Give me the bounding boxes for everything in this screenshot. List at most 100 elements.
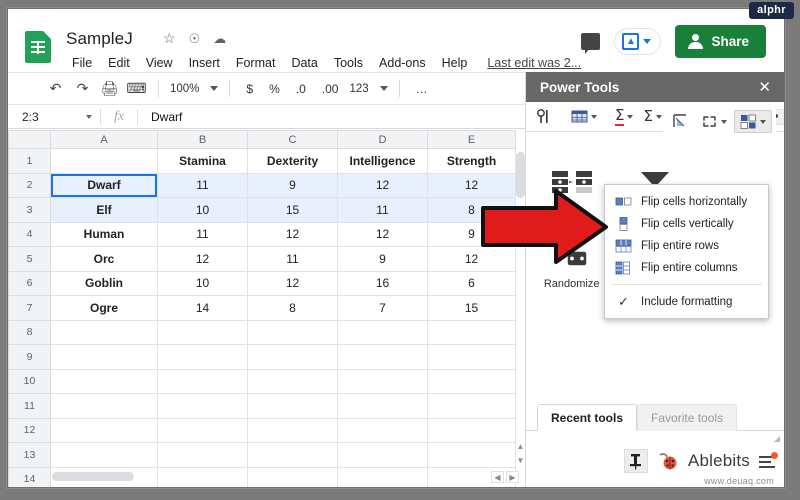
menu-item-flip-cells-horizontally[interactable]: Flip cells horizontally: [605, 191, 768, 213]
cell-D6[interactable]: 16: [337, 270, 428, 296]
cell-D8[interactable]: [337, 319, 428, 345]
ladybug-icon[interactable]: [657, 452, 679, 471]
cell-C6[interactable]: 12: [247, 270, 338, 296]
cell-A13[interactable]: [50, 442, 158, 468]
cell-C9[interactable]: [247, 344, 338, 370]
cell-D9[interactable]: [337, 344, 428, 370]
tab-recent-tools[interactable]: Recent tools: [537, 404, 638, 431]
row-header-14[interactable]: 14: [8, 466, 51, 487]
table-row[interactable]: 6 Goblin 10 12 16 6: [8, 270, 516, 296]
cell-D3[interactable]: 11: [337, 197, 428, 223]
cell-E8[interactable]: [427, 319, 516, 345]
cell-C10[interactable]: [247, 368, 338, 394]
table-row[interactable]: 13: [8, 442, 516, 468]
cell-A6[interactable]: Goblin: [50, 270, 158, 296]
fill-icon[interactable]: [667, 111, 694, 132]
menu-add-ons[interactable]: Add-ons: [371, 54, 434, 72]
table-row[interactable]: 2 Dwarf 11 9 12 12: [8, 172, 516, 198]
menu-item-flip-cells-vertically[interactable]: Flip cells vertically: [605, 213, 768, 235]
menu-view[interactable]: View: [138, 54, 181, 72]
row-header-3[interactable]: 3: [8, 197, 51, 223]
share-button[interactable]: Share: [675, 25, 766, 58]
scroll-left-button[interactable]: ◀: [491, 471, 504, 483]
undo-icon[interactable]: ↶: [42, 77, 69, 101]
menu-item-include-formatting[interactable]: ✓ Include formatting: [605, 290, 768, 314]
redo-icon[interactable]: ↷: [69, 77, 96, 101]
table-row[interactable]: 8: [8, 319, 516, 345]
decrease-decimal-button[interactable]: .0: [288, 82, 314, 96]
tool-dedupe[interactable]: Dedupe: [530, 166, 613, 225]
print-icon[interactable]: 🖨: [96, 77, 123, 101]
cell-A9[interactable]: [50, 344, 158, 370]
comment-icon[interactable]: [581, 33, 601, 54]
cell-E7[interactable]: 15: [427, 295, 516, 321]
row-header-11[interactable]: 11: [8, 393, 51, 419]
menu-data[interactable]: Data: [283, 54, 325, 72]
cell-E2[interactable]: 12: [427, 172, 516, 198]
cell-C4[interactable]: 12: [247, 221, 338, 247]
cell-B2[interactable]: 11: [157, 172, 248, 198]
cell-D13[interactable]: [337, 442, 428, 468]
number-format-selector[interactable]: 123: [346, 83, 390, 95]
cell-D2[interactable]: 12: [337, 172, 428, 198]
row-header-2[interactable]: 2: [8, 172, 51, 198]
table-row[interactable]: 4 Human 11 12 12 9: [8, 221, 516, 247]
menu-help[interactable]: Help: [434, 54, 476, 72]
table-row[interactable]: 12: [8, 417, 516, 443]
cell-E3[interactable]: 8: [427, 197, 516, 223]
spreadsheet-grid[interactable]: A B C D E 1 Stamina Dexterity Intelligence S…: [8, 130, 527, 487]
column-header-a[interactable]: A: [50, 130, 158, 149]
paint-format-icon[interactable]: ⌨: [123, 77, 150, 101]
cell-A12[interactable]: [50, 417, 158, 443]
cell-A3[interactable]: Elf: [50, 197, 158, 223]
table-row[interactable]: 1 Stamina Dexterity Intelligence Strength: [8, 148, 516, 174]
cell-B6[interactable]: 10: [157, 270, 248, 296]
cell-D10[interactable]: [337, 368, 428, 394]
menu-item-flip-entire-columns[interactable]: Flip entire columns: [605, 257, 768, 279]
cell-E4[interactable]: 9: [427, 221, 516, 247]
cell-C5[interactable]: 11: [247, 246, 338, 272]
formula-input[interactable]: Dwarf: [138, 110, 182, 124]
cell-C11[interactable]: [247, 393, 338, 419]
cell-A4[interactable]: Human: [50, 221, 158, 247]
sum-underline-icon[interactable]: Σ: [610, 105, 638, 129]
cell-D12[interactable]: [337, 417, 428, 443]
currency-format-button[interactable]: $: [238, 82, 261, 96]
pin-icon[interactable]: [623, 449, 648, 473]
cell-C3[interactable]: 15: [247, 197, 338, 223]
column-header-b[interactable]: B: [157, 130, 248, 149]
row-header-10[interactable]: 10: [8, 368, 51, 394]
table-row[interactable]: 9: [8, 344, 516, 370]
cell-A7[interactable]: Ogre: [50, 295, 158, 321]
tools-icon[interactable]: [531, 106, 558, 127]
resize-grip-icon[interactable]: ◢: [774, 434, 780, 443]
move-to-folder-icon[interactable]: ☉: [189, 32, 201, 45]
table-row[interactable]: 11: [8, 393, 516, 419]
close-icon[interactable]: ✕: [758, 78, 771, 96]
last-edit-link[interactable]: Last edit was 2...: [487, 56, 581, 70]
cloud-saved-icon[interactable]: ☁: [213, 32, 226, 45]
vertical-scroll-thumb[interactable]: [516, 152, 525, 198]
horizontal-scroll-thumb[interactable]: [52, 472, 134, 481]
cell-B10[interactable]: [157, 368, 248, 394]
row-header-1[interactable]: 1: [8, 148, 51, 174]
percent-format-button[interactable]: %: [261, 82, 288, 96]
cell-B9[interactable]: [157, 344, 248, 370]
cell-A1[interactable]: [50, 148, 158, 174]
cell-B3[interactable]: 10: [157, 197, 248, 223]
row-header-7[interactable]: 7: [8, 295, 51, 321]
table-row[interactable]: 10: [8, 368, 516, 394]
cell-E10[interactable]: [427, 368, 516, 394]
star-icon[interactable]: ☆: [163, 31, 176, 45]
cell-C7[interactable]: 8: [247, 295, 338, 321]
zoom-selector[interactable]: 100%: [167, 83, 221, 95]
cell-B8[interactable]: [157, 319, 248, 345]
row-header-13[interactable]: 13: [8, 442, 51, 468]
cell-C13[interactable]: [247, 442, 338, 468]
present-upload-button[interactable]: ▲: [614, 28, 662, 55]
cell-D1[interactable]: Intelligence: [337, 148, 428, 174]
column-header-e[interactable]: E: [427, 130, 516, 149]
cell-B1[interactable]: Stamina: [157, 148, 248, 174]
cell-D11[interactable]: [337, 393, 428, 419]
cell-C8[interactable]: [247, 319, 338, 345]
